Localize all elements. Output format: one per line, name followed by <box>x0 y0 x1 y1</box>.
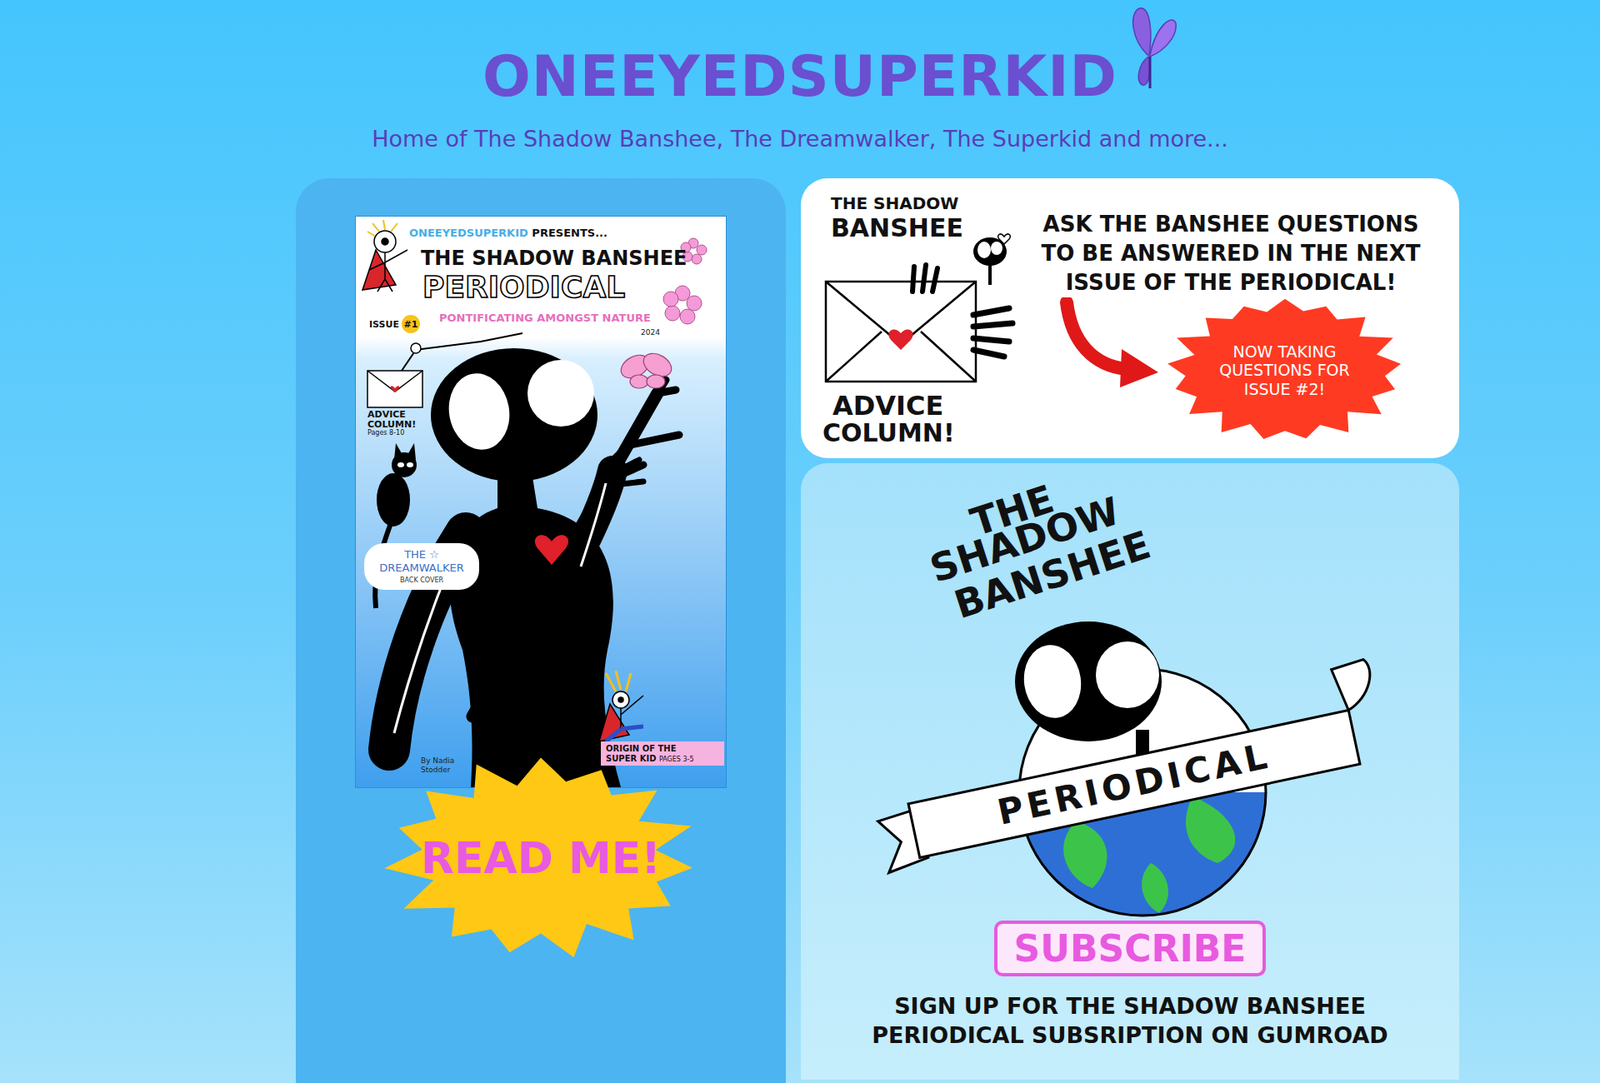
cover-dreamwalker-label: THE ☆DREAMWALKERBACK COVER <box>364 543 480 590</box>
subscribe-button[interactable]: SUBSCRIBE <box>994 920 1267 977</box>
site-title[interactable]: ONEEYEDSUPERKID <box>482 43 1118 110</box>
comic-cover[interactable]: ONEEYEDSUPERKID PRESENTS... THE SHADOW B… <box>355 216 726 788</box>
cover-year: 2024 <box>640 328 660 337</box>
read-me-button[interactable]: READ ME! <box>382 755 700 960</box>
advice-prompt: ASK THE BANSHEE QUESTIONS TO BE ANSWERED… <box>1019 190 1443 450</box>
site-logo[interactable]: ONEEYEDSUPERKID <box>482 43 1118 110</box>
subscribe-note: SIGN UP FOR THE SHADOW BANSHEE PERIODICA… <box>863 991 1397 1050</box>
cover-issue: ISSUE#1 <box>369 315 420 334</box>
issue-badge: NOW TAKING QUESTIONS FOR ISSUE #2! <box>1164 297 1406 444</box>
cover-advice-label: ADVICE COLUMN!Pages 8-10 <box>367 410 426 438</box>
cover-origin-label: ORIGIN OF THESUPER KID PAGES 3-5 <box>600 741 725 766</box>
cover-subtitle: PERIODICAL <box>422 270 625 305</box>
arrow-icon <box>1056 297 1161 390</box>
advice-column-logo: THE SHADOW BANSHEE ADVICE COLUMN! <box>819 190 1020 450</box>
site-header: ONEEYEDSUPERKID Home of The Shadow Bansh… <box>0 0 1600 154</box>
featured-issue-panel: ONEEYEDSUPERKID PRESENTS... THE SHADOW B… <box>295 178 786 1083</box>
cover-title: THE SHADOW BANSHEE <box>420 246 687 270</box>
cover-tagline: PONTIFICATING AMONGST NATURE <box>439 311 651 325</box>
subscribe-card: THE SHADOW BANSHEE PERIODICAL SUBSCRIBE … <box>800 463 1460 1080</box>
butterfly-icon <box>1122 5 1178 92</box>
advice-column-card[interactable]: THE SHADOW BANSHEE ADVICE COLUMN! <box>800 178 1460 459</box>
advice-prompt-text: ASK THE BANSHEE QUESTIONS TO BE ANSWERED… <box>1030 210 1431 298</box>
cover-byline: By NadiaStodder <box>420 756 455 775</box>
site-tagline: Home of The Shadow Banshee, The Dreamwal… <box>0 125 1600 154</box>
periodical-logo: THE SHADOW BANSHEE PERIODICAL <box>800 463 1460 918</box>
envelope-icon <box>819 231 1020 386</box>
periodical-title: THE SHADOW BANSHEE <box>925 475 1155 595</box>
side-column: THE SHADOW BANSHEE ADVICE COLUMN! <box>800 178 1460 1080</box>
cover-brand: ONEEYEDSUPERKID PRESENTS... <box>409 226 608 240</box>
